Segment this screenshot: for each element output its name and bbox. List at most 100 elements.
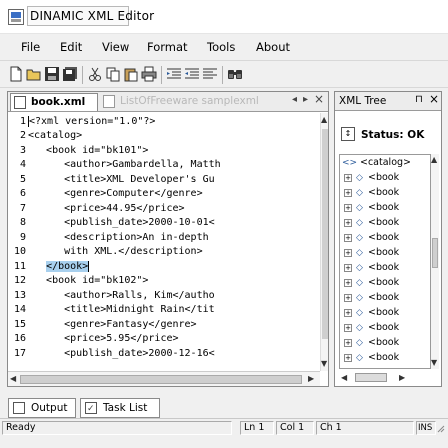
tree-header: XML Tree ⊓ × bbox=[335, 92, 441, 111]
expand-icon[interactable]: + bbox=[344, 204, 352, 212]
new-icon[interactable] bbox=[8, 66, 24, 82]
expand-icon[interactable]: + bbox=[344, 309, 352, 317]
scroll-down-icon[interactable]: ▼ bbox=[321, 359, 327, 368]
node-icon: ◇ bbox=[356, 203, 363, 213]
tree-vertical-scrollbar[interactable]: ▲ ▼ bbox=[431, 154, 439, 369]
save-all-icon[interactable] bbox=[62, 66, 78, 82]
indent-icon[interactable] bbox=[166, 66, 182, 82]
find-icon[interactable] bbox=[227, 66, 243, 82]
resize-grip-icon[interactable] bbox=[435, 423, 445, 433]
tree-node-book[interactable]: + ◇ <book bbox=[340, 261, 430, 275]
tab-next-icon[interactable]: ▸ bbox=[303, 94, 308, 105]
scrollbar-thumb[interactable] bbox=[20, 375, 302, 384]
code-line: 16 <price>5.95</price> bbox=[13, 333, 179, 344]
tree-node-book[interactable]: + ◇ <book bbox=[340, 351, 430, 365]
toolbar bbox=[0, 60, 448, 88]
scroll-right-icon[interactable]: ▶ bbox=[399, 373, 405, 382]
expand-icon[interactable]: + bbox=[344, 174, 352, 182]
code-line: 5 <title>XML Developer's Gu bbox=[19, 174, 215, 185]
code-line: 4 <author>Gambardella, Matth bbox=[19, 159, 221, 170]
format-icon[interactable] bbox=[202, 66, 218, 82]
expand-icon[interactable]: + bbox=[344, 279, 352, 287]
scroll-left-icon[interactable]: ◀ bbox=[10, 374, 16, 383]
code-line: 2 <catalog> bbox=[19, 130, 83, 141]
app-icon bbox=[8, 9, 24, 25]
cut-icon[interactable] bbox=[87, 66, 103, 82]
code-editor[interactable]: 1 <?xml version="1.0"?> 2 <catalog> 3 <boo… bbox=[8, 113, 320, 371]
expand-icon[interactable]: + bbox=[344, 324, 352, 332]
menu-edit[interactable]: Edit bbox=[60, 40, 82, 54]
output-icon bbox=[13, 402, 25, 414]
expand-icon[interactable]: + bbox=[344, 264, 352, 272]
tree-node-book[interactable]: + ◇ <book bbox=[340, 186, 430, 200]
paste-icon[interactable] bbox=[123, 66, 139, 82]
tab-listoffreeware-samplexml[interactable]: ListOfFreeware samplexml bbox=[100, 93, 276, 111]
expand-icon[interactable]: + bbox=[344, 219, 352, 227]
title-bar: DINAMIC XML Editor bbox=[0, 0, 448, 34]
tree-node-book[interactable]: + ◇ <book bbox=[340, 246, 430, 260]
tree-node-catalog[interactable]: <> <catalog> bbox=[340, 156, 430, 170]
expand-icon[interactable]: + bbox=[344, 249, 352, 257]
tab-close-icon[interactable]: × bbox=[314, 92, 324, 106]
tree-node-book[interactable]: + ◇ <book bbox=[340, 336, 430, 350]
scroll-down-icon[interactable]: ▼ bbox=[431, 358, 437, 367]
scrollbar-thumb[interactable] bbox=[355, 373, 387, 382]
scrollbar-thumb[interactable] bbox=[322, 129, 328, 339]
code-line: 10 with XML.</description> bbox=[13, 246, 203, 257]
outdent-icon[interactable] bbox=[184, 66, 200, 82]
node-icon: ◇ bbox=[356, 248, 363, 258]
expand-icon[interactable]: + bbox=[344, 339, 352, 347]
tab-prev-icon[interactable]: ◂ bbox=[292, 94, 297, 105]
editor-horizontal-scrollbar[interactable]: ◀ ▶ bbox=[8, 371, 320, 386]
status-ready: Ready bbox=[2, 421, 232, 435]
copy-icon[interactable] bbox=[105, 66, 121, 82]
expand-icon[interactable]: + bbox=[344, 354, 352, 362]
node-icon: ◇ bbox=[356, 188, 363, 198]
save-icon[interactable] bbox=[44, 66, 60, 82]
open-icon[interactable] bbox=[26, 66, 42, 82]
task-list-icon bbox=[85, 400, 97, 418]
code-line-highlighted: 11 </book> bbox=[13, 260, 90, 272]
tree-node-book[interactable]: + ◇ <book bbox=[340, 171, 430, 185]
code-line: 17 <publish_date>2000-12-16< bbox=[13, 348, 215, 359]
document-icon bbox=[103, 95, 115, 108]
menu-file[interactable]: File bbox=[21, 40, 40, 54]
tree-node-book[interactable]: + ◇ <book bbox=[340, 306, 430, 320]
document-icon bbox=[14, 96, 26, 109]
validate-button[interactable]: ↕ bbox=[341, 127, 355, 141]
scroll-left-icon[interactable]: ◀ bbox=[341, 373, 347, 382]
tree-node-book[interactable]: + ◇ <book bbox=[340, 201, 430, 215]
menu-about[interactable]: About bbox=[256, 40, 290, 54]
bracket-match-highlight: </book> bbox=[46, 261, 89, 272]
code-line: 3 <book id="bk101"> bbox=[19, 145, 149, 156]
node-icon: ◇ bbox=[356, 263, 363, 273]
tree-node-book[interactable]: + ◇ <book bbox=[340, 216, 430, 230]
scrollbar-thumb[interactable] bbox=[432, 238, 438, 268]
expand-icon[interactable]: + bbox=[344, 234, 352, 242]
scroll-up-icon[interactable]: ▲ bbox=[431, 155, 437, 164]
editor-vertical-scrollbar[interactable]: ▲ ▼ bbox=[320, 113, 328, 371]
tab-book-xml[interactable]: book.xml bbox=[10, 93, 98, 111]
print-icon[interactable] bbox=[141, 66, 157, 82]
tree-horizontal-scrollbar[interactable]: ◀ ▶ bbox=[339, 371, 439, 384]
scroll-right-icon[interactable]: ▶ bbox=[308, 374, 314, 383]
expand-icon[interactable]: + bbox=[344, 189, 352, 197]
menu-tools[interactable]: Tools bbox=[207, 40, 235, 54]
tree-node-book[interactable]: + ◇ <book bbox=[340, 291, 430, 305]
close-icon[interactable]: × bbox=[429, 92, 439, 106]
scroll-up-icon[interactable]: ▲ bbox=[321, 115, 327, 124]
tab-task-list[interactable]: Task List bbox=[80, 398, 160, 418]
node-icon: ◇ bbox=[356, 218, 363, 228]
menu-view[interactable]: View bbox=[102, 40, 129, 54]
expand-icon[interactable]: + bbox=[344, 294, 352, 302]
xml-tree-view[interactable]: <> <catalog> + ◇ <book + ◇ <book + ◇ <book + ◇ <… bbox=[339, 154, 431, 369]
tree-node-book[interactable]: + ◇ <book bbox=[340, 276, 430, 290]
code-line: 13 <author>Ralls, Kim</autho bbox=[13, 290, 215, 301]
tree-node-book[interactable]: + ◇ <book bbox=[340, 321, 430, 335]
menu-format[interactable]: Format bbox=[147, 40, 188, 54]
code-line: 15 <genre>Fantasy</genre> bbox=[13, 319, 197, 330]
editor-tabstrip: book.xml ListOfFreeware samplexml ◂ ▸ × bbox=[8, 92, 328, 112]
tree-node-book[interactable]: + ◇ <book bbox=[340, 231, 430, 245]
tab-output[interactable]: Output bbox=[8, 398, 76, 418]
pin-icon[interactable]: ⊓ bbox=[415, 94, 423, 105]
